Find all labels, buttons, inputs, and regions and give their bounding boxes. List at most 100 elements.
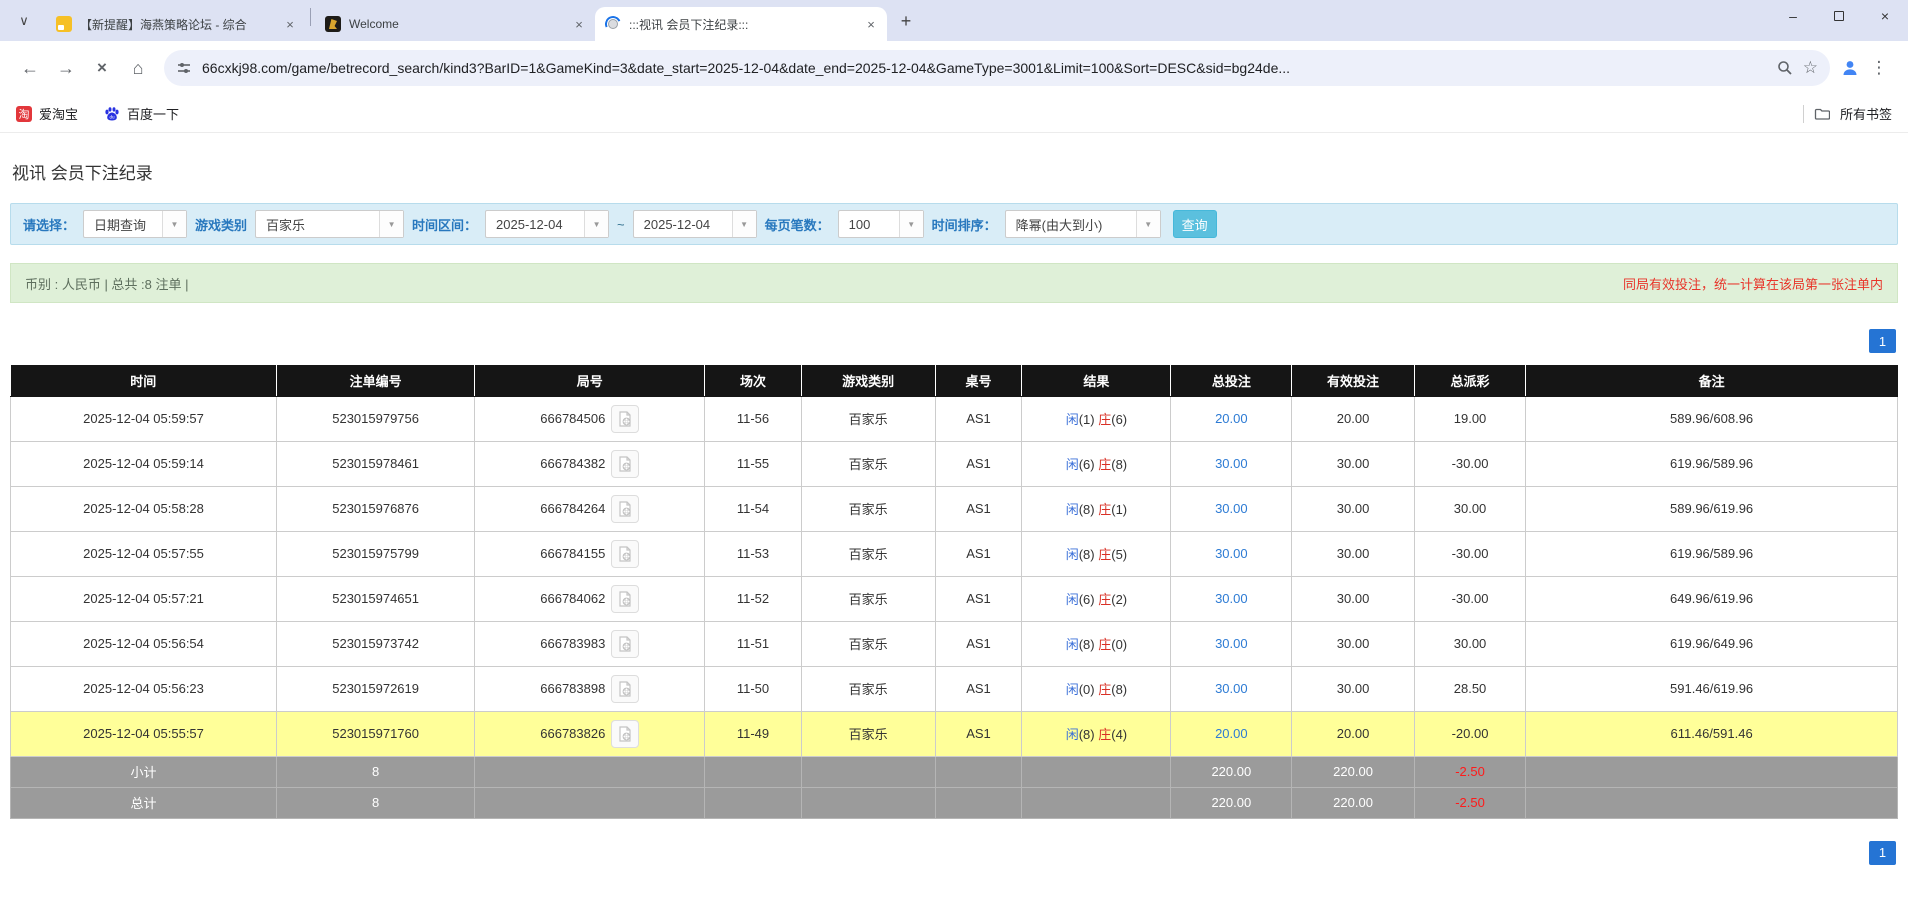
chevron-down-icon: ▼: [584, 211, 609, 237]
cell-result: 闲(6) 庄(8): [1021, 440, 1172, 487]
bookmark-baidu[interactable]: du 百度一下: [104, 104, 179, 123]
total-bet-link[interactable]: 20.00: [1215, 411, 1248, 426]
cell-bet-id: 523015978461: [276, 440, 476, 487]
loading-spinner-icon: [602, 13, 624, 35]
tab-title: 【新提醒】海燕策略论坛 - 综合: [80, 17, 247, 32]
table-row: 2025-12-04 05:57:55 523015975799 666784155…: [9, 530, 1898, 577]
cell-time: 2025-12-04 05:59:14: [9, 440, 278, 487]
page-number-button-bottom[interactable]: 1: [1869, 840, 1896, 865]
profile-avatar[interactable]: [1840, 58, 1860, 78]
back-button[interactable]: ←: [14, 52, 46, 84]
home-button[interactable]: ⌂: [122, 52, 154, 84]
video-replay-icon[interactable]: [611, 719, 640, 748]
search-button[interactable]: 查询: [1172, 210, 1217, 238]
forward-button[interactable]: →: [50, 52, 82, 84]
total-bet-link[interactable]: 30.00: [1215, 591, 1248, 606]
minimize-button[interactable]: –: [1770, 0, 1816, 32]
cell-game: 百家乐: [800, 710, 936, 757]
tab-close-icon[interactable]: ×: [863, 16, 879, 32]
filter-bar: 请选择： 日期查询 ▼ 游戏类别 百家乐 ▼ 时间区间： 2025-12-04 …: [10, 203, 1898, 245]
video-replay-icon[interactable]: [611, 539, 640, 568]
game-kind-label: 游戏类别: [195, 217, 248, 233]
query-type-select[interactable]: 日期查询 ▼: [83, 210, 188, 238]
cell-valid-bet: 30.00: [1291, 575, 1415, 622]
all-bookmarks-button[interactable]: 所有书签: [1840, 104, 1892, 123]
result-rb: 庄: [1098, 457, 1112, 472]
page-number-button-top[interactable]: 1: [1869, 329, 1896, 353]
cell-result: 闲(0) 庄(8): [1021, 665, 1172, 712]
totals-count: 8: [276, 755, 476, 788]
select-label: 请选择：: [23, 217, 76, 233]
site-settings-icon[interactable]: [176, 60, 192, 76]
date-end-select[interactable]: 2025-12-04 ▼: [632, 210, 757, 238]
bookmark-star-icon[interactable]: ☆: [1803, 58, 1818, 78]
sort-label: 时间排序：: [931, 217, 997, 233]
total-bet-link[interactable]: 30.00: [1215, 681, 1248, 696]
column-header-10: 备注: [1525, 365, 1898, 397]
browser-toolbar: ← → × ⌂ 66cxkj98.com/game/betrecord_sear…: [0, 41, 1908, 95]
url-text[interactable]: 66cxkj98.com/game/betrecord_search/kind3…: [202, 60, 1767, 76]
folder-icon: [1814, 108, 1830, 120]
sort-select[interactable]: 降幂(由大到小) ▼: [1004, 210, 1161, 238]
address-bar[interactable]: 66cxkj98.com/game/betrecord_search/kind3…: [164, 50, 1830, 86]
page-title: 视讯 会员下注纪录: [12, 164, 153, 183]
totals-valid-bet: 220.00: [1291, 786, 1415, 819]
table-row: 2025-12-04 05:56:23 523015972619 666783898…: [9, 665, 1898, 712]
bookmarks-divider: [1802, 104, 1804, 123]
date-tilde: ~: [617, 216, 625, 232]
video-replay-icon[interactable]: [611, 494, 640, 523]
cell-valid-bet: 20.00: [1291, 710, 1415, 757]
tab-welcome[interactable]: Welcome ×: [315, 7, 595, 41]
totals-label: 小计: [9, 755, 278, 788]
total-bet-link[interactable]: 30.00: [1215, 501, 1248, 516]
totals-label: 总计: [9, 786, 278, 819]
cell-session: 11-50: [704, 665, 802, 712]
tab-bet-record[interactable]: :::视讯 会员下注纪录::: ×: [595, 7, 887, 41]
close-button[interactable]: ×: [1862, 0, 1908, 32]
total-bet-link[interactable]: 20.00: [1215, 726, 1248, 741]
video-replay-icon[interactable]: [611, 629, 640, 658]
chevron-down-icon: ▼: [379, 211, 404, 237]
column-header-1: 注单编号: [276, 365, 476, 397]
totals-total-bet: 220.00: [1170, 786, 1293, 819]
cell-valid-bet: 30.00: [1291, 620, 1415, 667]
result-rb: 庄: [1098, 637, 1112, 652]
result-rp: 闲: [1065, 457, 1079, 472]
cell-valid-bet: 20.00: [1291, 395, 1415, 442]
tab-close-icon[interactable]: ×: [571, 16, 587, 32]
video-replay-icon[interactable]: [611, 584, 640, 613]
cell-total-bet: 20.00: [1170, 710, 1293, 757]
cell-game: 百家乐: [800, 485, 936, 532]
video-replay-icon[interactable]: [611, 449, 640, 478]
bookmark-aitaobao[interactable]: 淘 爱淘宝: [16, 104, 78, 123]
cell-valid-bet: 30.00: [1291, 440, 1415, 487]
tab-close-icon[interactable]: ×: [282, 16, 298, 32]
column-header-9: 总派彩: [1414, 365, 1527, 397]
cell-table-no: AS1: [934, 485, 1023, 532]
zoom-icon[interactable]: [1777, 60, 1793, 76]
totals-count: 8: [276, 786, 476, 819]
cell-round: 666784155: [474, 530, 706, 577]
date-start-select[interactable]: 2025-12-04 ▼: [485, 210, 610, 238]
new-tab-button[interactable]: +: [893, 8, 919, 34]
cell-payout: 19.00: [1413, 395, 1527, 442]
video-replay-icon[interactable]: [611, 674, 640, 703]
browser-menu-icon[interactable]: ⋮: [1864, 53, 1894, 83]
per-page-select[interactable]: 100 ▼: [837, 210, 924, 238]
taobao-icon: 淘: [16, 105, 32, 122]
total-bet-link[interactable]: 30.00: [1215, 636, 1248, 651]
stop-loading-button[interactable]: ×: [86, 52, 118, 84]
total-bet-link[interactable]: 30.00: [1215, 546, 1248, 561]
tab-forum[interactable]: 【新提醒】海燕策略论坛 - 综合 ×: [46, 7, 306, 41]
tab-title: :::视讯 会员下注纪录:::: [629, 17, 749, 32]
total-bet-link[interactable]: 30.00: [1215, 456, 1248, 471]
tab-search-button[interactable]: ∨: [10, 7, 38, 35]
per-page-label: 每页笔数：: [764, 217, 830, 233]
cell-session: 11-56: [704, 395, 802, 442]
maximize-button[interactable]: [1816, 0, 1862, 32]
cell-session: 11-55: [704, 440, 802, 487]
video-replay-icon[interactable]: [611, 404, 640, 433]
date-range-label: 时间区间：: [412, 217, 478, 233]
table-row: 2025-12-04 05:56:54 523015973742 666783983…: [9, 620, 1898, 667]
game-kind-select[interactable]: 百家乐 ▼: [255, 210, 405, 238]
